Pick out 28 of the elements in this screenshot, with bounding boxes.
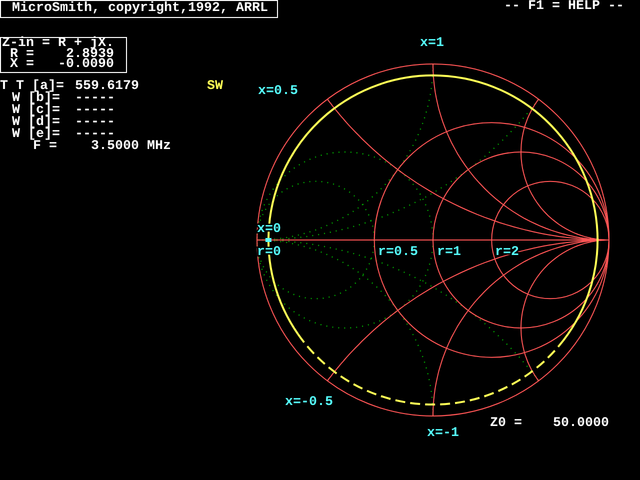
z0-label: Z0 = (490, 416, 522, 431)
line-value: ----- (75, 92, 116, 104)
chart-label: r=0.5 (378, 245, 418, 260)
frequency-value: 3.5000 (90, 140, 139, 152)
line-value: 559.6179 (75, 80, 140, 92)
frequency-label: F = (33, 140, 57, 152)
chart-label: x=1 (420, 36, 444, 51)
chart-label: r=1 (437, 245, 461, 260)
line-label: T T [a]= (0, 80, 65, 92)
chart-label: r=2 (495, 245, 519, 260)
program-title: MicroSmith, copyright,1992, ARRL (0, 0, 278, 18)
line-label: W [d]= (11, 116, 61, 128)
help-hint: -- F1 = HELP -- (504, 0, 625, 16)
line-value: ----- (75, 116, 116, 128)
line-value: ----- (75, 128, 115, 140)
line-label: W [b]= (11, 92, 60, 104)
impedance-value: -0.0090 (57, 60, 115, 70)
line-label: W [e]= (11, 128, 61, 140)
frequency-unit: MHz (146, 140, 172, 152)
impedance-label: X = (9, 60, 35, 70)
line-tag: SW (143, 80, 223, 92)
line-label: W [c]= (11, 104, 61, 116)
z0-value: 50.0000 (553, 416, 609, 431)
line-value: ----- (75, 104, 116, 116)
chart-label: x=-1 (427, 426, 459, 441)
point-marker (265, 238, 272, 242)
chart-label: x=0.5 (258, 84, 298, 99)
chart-label: x=-0.5 (285, 395, 333, 410)
